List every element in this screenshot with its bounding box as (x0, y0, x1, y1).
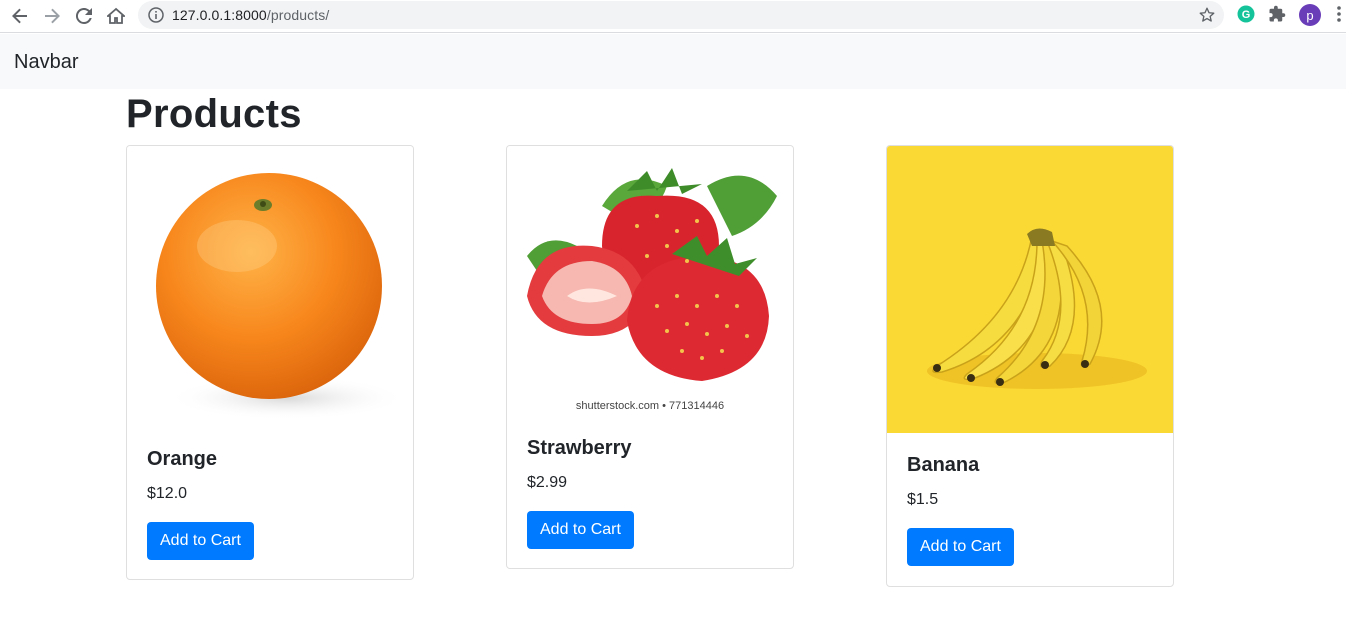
add-to-cart-button[interactable]: Add to Cart (147, 522, 254, 560)
page-title: Products (126, 92, 302, 136)
reload-icon[interactable] (72, 4, 96, 28)
home-icon[interactable] (104, 4, 128, 28)
profile-avatar[interactable]: p (1299, 4, 1321, 26)
image-caption: shutterstock.com • 771314446 (576, 400, 724, 412)
back-icon[interactable] (8, 4, 32, 28)
product-card-orange: Orange $12.0 Add to Cart (126, 145, 414, 580)
bookmark-star-icon[interactable] (1198, 6, 1216, 29)
navbar-brand[interactable]: Navbar (14, 51, 78, 74)
forward-icon[interactable] (40, 4, 64, 28)
url-text: 127.0.0.1:8000/products/ (172, 7, 330, 23)
product-name: Banana (907, 454, 980, 476)
product-price: $2.99 (527, 474, 568, 491)
product-price: $1.5 (907, 491, 939, 508)
product-name: Strawberry (527, 437, 632, 459)
product-card-banana: Banana $1.5 Add to Cart (886, 145, 1174, 587)
menu-kebab-icon[interactable] (1336, 5, 1342, 28)
product-name: Orange (147, 448, 218, 470)
add-to-cart-button[interactable]: Add to Cart (527, 511, 634, 549)
browser-toolbar: 127.0.0.1:8000/products/ G p (0, 0, 1346, 33)
add-to-cart-button[interactable]: Add to Cart (907, 528, 1014, 566)
address-bar[interactable]: 127.0.0.1:8000/products/ (138, 1, 1224, 29)
product-card-strawberry: shutterstock.com • 771314446 Strawberry … (506, 145, 794, 569)
navbar: Navbar (0, 34, 1346, 89)
grammarly-icon[interactable]: G (1237, 5, 1255, 28)
strawberry-image: shutterstock.com • 771314446 (507, 146, 793, 416)
banana-image (887, 146, 1173, 433)
svg-text:G: G (1242, 9, 1251, 21)
site-info-icon[interactable] (148, 7, 164, 28)
orange-image (127, 146, 413, 426)
product-price: $12.0 (147, 485, 188, 502)
extensions-puzzle-icon[interactable] (1268, 5, 1286, 28)
